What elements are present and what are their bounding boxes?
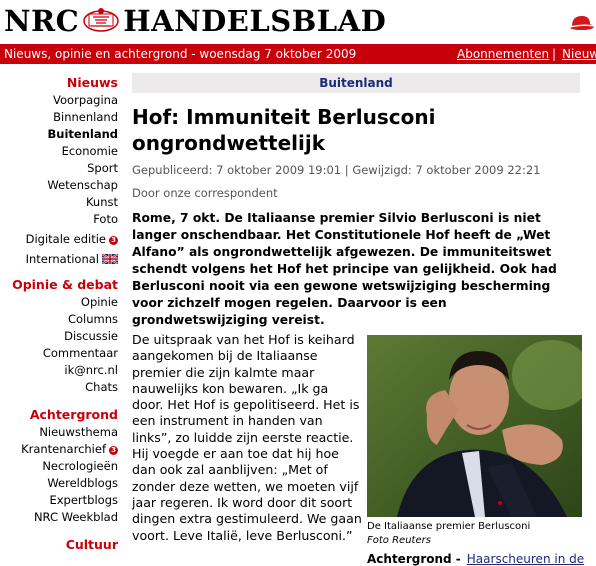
related-link[interactable]: Haarscheuren in de [467,552,584,566]
nav-heading-cultuur[interactable]: Cultuur [0,536,122,554]
tagline: Nieuws, opinie en achtergrond - woensdag… [4,47,357,61]
article-photo[interactable] [367,335,582,517]
photo-caption: De Italiaanse premier Berlusconi Foto Re… [367,520,530,548]
nav-item[interactable]: Wereldblogs [0,475,122,492]
nav-label: Digitale editie [25,232,106,246]
sidebar-nav: Nieuws Voorpagina Binnenland Buitenland … [0,64,122,554]
nav-item[interactable]: NRC Weekblad [0,509,122,526]
masthead: NRC HANDELSBLAD [0,0,596,44]
nav-item[interactable]: Binnenland [0,109,122,126]
nav-item[interactable]: Discussie [0,328,122,345]
nav-item[interactable]: Nieuwsthema [0,424,122,441]
nav-label: International [25,252,99,266]
logo-left: NRC [4,4,80,38]
site-logo[interactable]: NRC HANDELSBLAD [4,4,386,38]
nav-item[interactable]: ik@nrc.nl [0,362,122,379]
nav-item[interactable]: Commentaar [0,345,122,362]
nav-item-krantenarchief[interactable]: Krantenarchief 3 [0,441,122,458]
badge-icon: 3 [109,236,118,245]
nav-item[interactable]: Wetenschap [0,177,122,194]
nav-item[interactable]: Necrologieën [0,458,122,475]
article-lead: Rome, 7 okt. De Italiaanse premier Silvi… [132,211,557,327]
nav-item[interactable]: Foto [0,211,122,228]
nav-item-current[interactable]: Buitenland [0,126,122,143]
nav-item[interactable]: Sport [0,160,122,177]
hat-icon[interactable] [566,12,596,34]
more-link[interactable]: Nieuw [562,44,596,64]
logo-right: HANDELSBLAD [123,4,387,38]
nav-label: Krantenarchief [21,442,106,456]
nav-item[interactable]: Kunst [0,194,122,211]
nav-item[interactable]: Opinie [0,294,122,311]
subscribe-link[interactable]: Abonnementen [457,44,549,64]
article-body: De uitspraak van het Hof is keihard aang… [132,332,362,543]
bar-separator: | [552,47,557,61]
nav-item[interactable]: Expertblogs [0,492,122,509]
photo-image [367,335,582,517]
nav-heading-nieuws[interactable]: Nieuws [0,74,122,92]
related-achtergrond: Achtergrond - Haarscheuren in de [367,552,584,566]
nav-item[interactable]: Chats [0,379,122,396]
article-title: Hof: Immuniteit Berlusconi ongrondwettel… [132,105,436,155]
nav-item[interactable]: Columns [0,311,122,328]
caption-credit: Foto Reuters [367,535,431,546]
nav-heading-opinie[interactable]: Opinie & debat [0,276,122,294]
caption-text: De Italiaanse premier Berlusconi [367,521,531,532]
nav-item[interactable]: Voorpagina [0,92,122,109]
top-bar: Nieuws, opinie en achtergrond - woensdag… [0,44,596,64]
badge-icon: 3 [109,446,118,455]
article-meta: Gepubliceerd: 7 oktober 2009 19:01 | Gew… [132,163,541,177]
nav-item-international[interactable]: International [0,251,122,268]
related-label: Achtergrond - [367,552,461,566]
nav-item-digitale[interactable]: Digitale editie 3 [0,231,122,248]
section-label[interactable]: Buitenland [132,73,580,93]
article-byline: Door onze correspondent [132,186,278,200]
seal-icon [83,8,119,32]
nav-item[interactable]: Economie [0,143,122,160]
uk-flag-icon [102,254,118,264]
nav-heading-achtergrond[interactable]: Achtergrond [0,406,122,424]
